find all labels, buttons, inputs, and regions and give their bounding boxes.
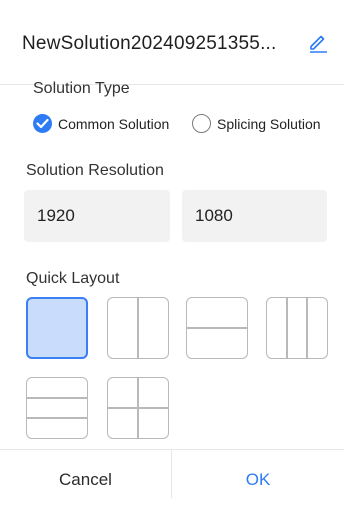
dialog-footer: Cancel OK <box>0 449 344 498</box>
radio-splicing-solution[interactable]: Splicing Solution <box>192 114 321 133</box>
layout-single[interactable] <box>26 297 88 359</box>
layout-divider <box>286 298 288 358</box>
radio-unchecked-icon <box>192 114 211 133</box>
layout-four-grid[interactable] <box>107 377 169 439</box>
layout-divider <box>108 407 168 409</box>
layout-divider <box>27 417 87 419</box>
pencil-edit-icon[interactable] <box>307 31 329 53</box>
layout-divider <box>27 397 87 399</box>
quick-layout-label: Quick Layout <box>26 270 120 287</box>
layout-divider <box>137 298 139 358</box>
solution-resolution-label: Solution Resolution <box>26 162 164 179</box>
resolution-width-input[interactable]: 1920 <box>24 190 170 242</box>
radio-checked-icon <box>33 114 52 133</box>
solution-type-label: Solution Type <box>33 80 130 97</box>
resolution-height-input[interactable]: 1080 <box>182 190 327 242</box>
layout-divider <box>306 298 308 358</box>
radio-common-solution-label: Common Solution <box>58 115 170 132</box>
cancel-button[interactable]: Cancel <box>0 450 172 498</box>
layout-three-rows[interactable] <box>26 377 88 439</box>
layout-divider <box>187 327 247 329</box>
radio-common-solution[interactable]: Common Solution <box>33 114 169 133</box>
layout-two-rows[interactable] <box>186 297 248 359</box>
layout-three-columns[interactable] <box>266 297 328 359</box>
dialog-header: NewSolution202409251355... <box>0 0 344 85</box>
ok-button[interactable]: OK <box>172 450 344 498</box>
radio-splicing-solution-label: Splicing Solution <box>217 115 321 132</box>
solution-title: NewSolution202409251355... <box>22 33 277 54</box>
layout-two-columns[interactable] <box>107 297 169 359</box>
